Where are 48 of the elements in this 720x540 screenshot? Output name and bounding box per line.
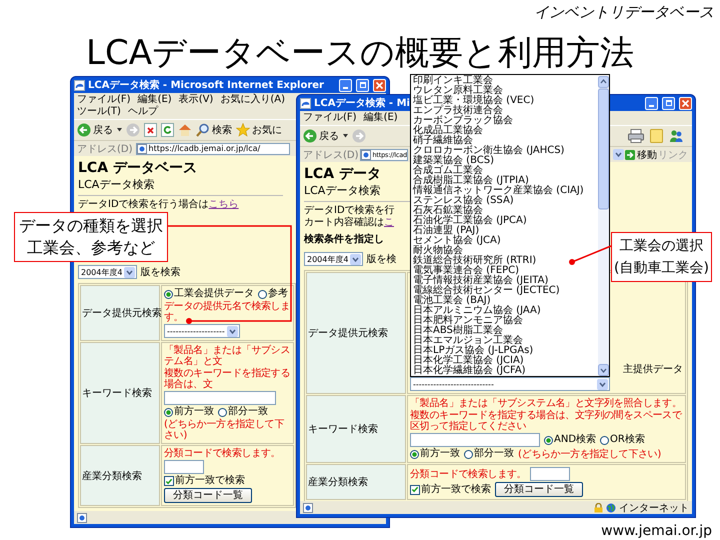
row-label: キーワード検索: [306, 395, 406, 463]
status-text: インターネット: [619, 502, 689, 514]
callout-text: 工業会の選択: [619, 237, 704, 256]
option-label: 前方一致: [420, 448, 460, 460]
window-title: LCAデータ検索 - Mi: [314, 96, 410, 110]
callout-text: 工業会、参考など: [27, 237, 155, 259]
option-label: 参考: [268, 288, 288, 300]
callout-text: (自動車工業会): [614, 259, 709, 278]
slide-title: LCAデータベースの概要と利用方法: [85, 32, 635, 75]
hint-text: 分類コードで検索します。: [164, 448, 280, 459]
window-title: LCAデータ検索 - Microsoft Internet Explorer: [88, 78, 324, 92]
page-heading: LCA データベース: [78, 160, 197, 176]
footer-url: www.jemai.or.jp: [601, 523, 712, 539]
hint-text: 複数のキーワードを指定する場合は、文字列の間をスペースで区切って指定してください: [410, 410, 683, 432]
body-text: カート内容確認は: [304, 217, 384, 228]
callout-text: データの種類を選択: [19, 215, 163, 237]
option-label: 前方一致で検索: [175, 475, 245, 487]
version-label: 版を検索: [140, 266, 180, 279]
option-label: 前方一致で検索: [421, 484, 491, 496]
option-label: 主提供データ: [623, 362, 683, 376]
hint-text: (どちらか一方を指定して下さい): [518, 448, 662, 460]
body-text: データIDで検索を行う場合は: [78, 199, 209, 210]
hint-text: 「製品名」または「サブシステム名」と文: [164, 345, 291, 367]
row-label: 産業分類検索: [80, 445, 160, 506]
page-heading: LCA データ: [304, 166, 381, 182]
slide-subtitle: インベントリデータベース: [534, 3, 714, 22]
row-label: データ提供元検索: [306, 272, 406, 394]
row-label: キーワード検索: [80, 342, 160, 444]
option-label: 部分一致: [228, 406, 268, 418]
option-label: OR検索: [610, 434, 645, 446]
option-label: 工業会提供データ: [174, 288, 254, 300]
row-label: データ提供元検索: [80, 285, 160, 341]
option-label: AND検索: [554, 434, 596, 446]
version-label: 版を検: [366, 252, 396, 266]
page-subheading: LCAデータ検索: [304, 184, 380, 198]
page-subheading: LCAデータ検索: [78, 178, 154, 192]
hint-text: (どちらか一方を指定して下さい): [164, 419, 286, 441]
address-label: アドレス(D): [77, 142, 133, 156]
option-label: 前方一致: [174, 406, 214, 418]
hint-text: 分類コードで検索します。: [410, 468, 526, 480]
section-label: 検索条件を指定し: [304, 232, 384, 247]
address-label: アドレス(D): [303, 148, 359, 162]
row-label: 産業分類検索: [306, 464, 406, 500]
body-text: データIDで検索を行: [304, 205, 395, 216]
hint-text: 複数のキーワードを指定する場合は、文: [164, 368, 291, 390]
hint-text: データの提供元名で検索します。: [164, 301, 291, 323]
option-label: 部分一致: [474, 448, 514, 460]
hint-text: 「製品名」または「サブシステム名」と文字列を照合します。: [410, 398, 682, 409]
